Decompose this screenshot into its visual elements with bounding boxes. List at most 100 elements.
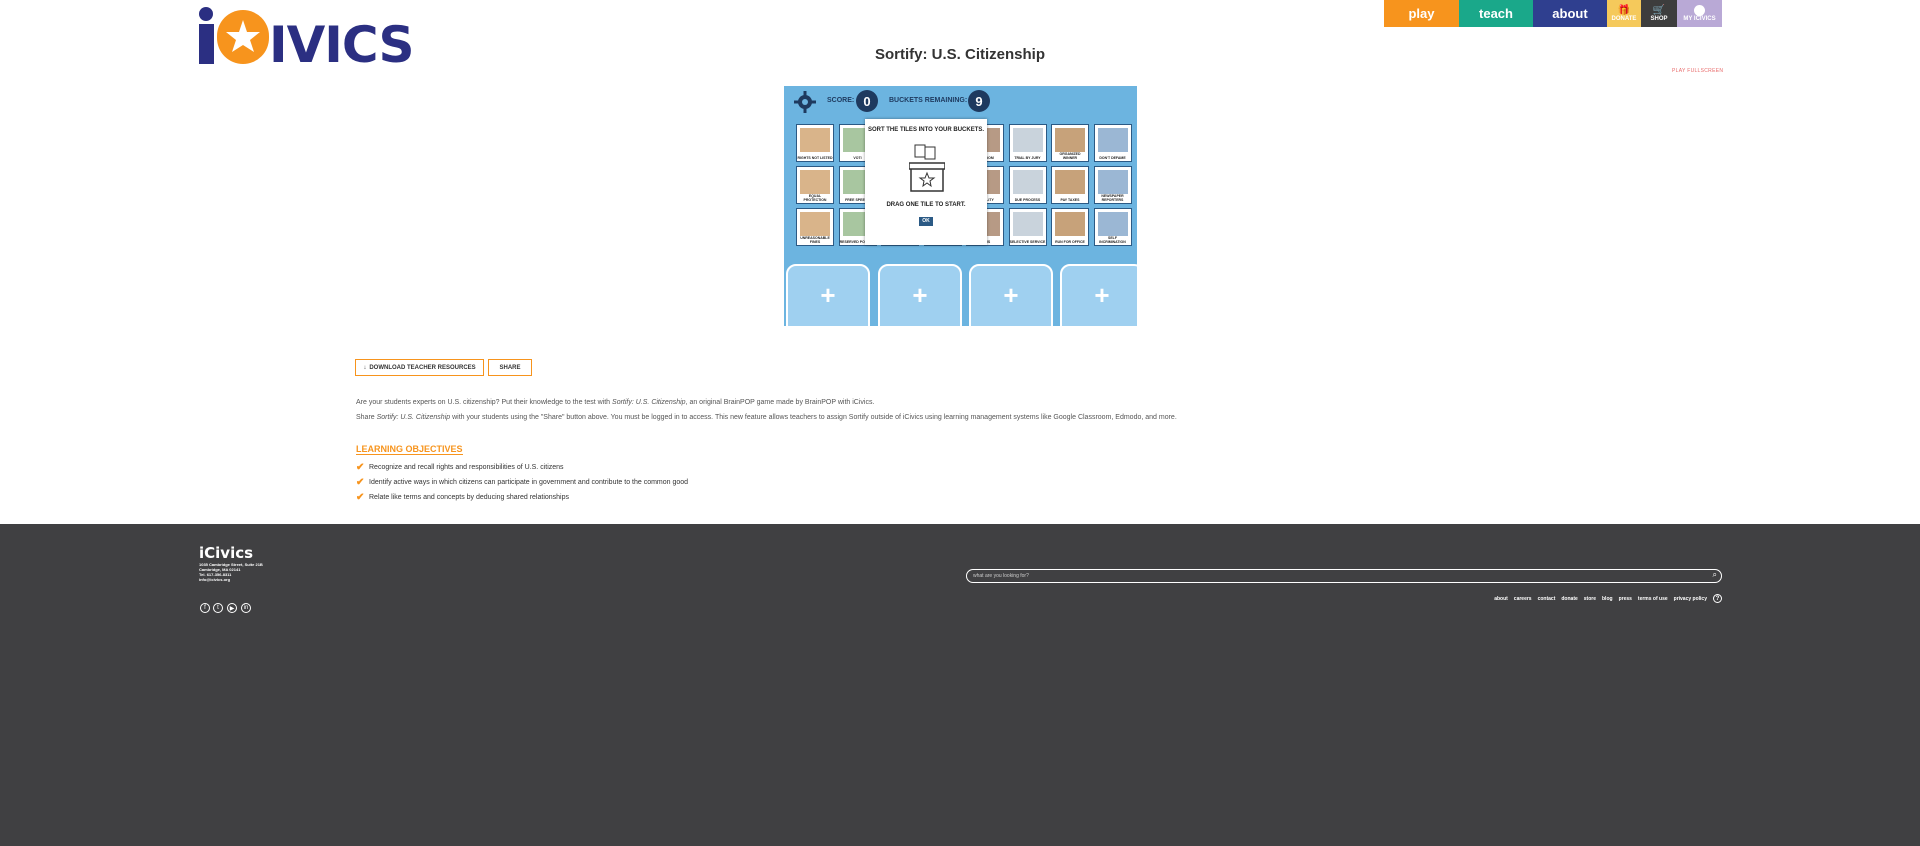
footer-link-careers[interactable]: careers bbox=[1514, 596, 1532, 602]
objective-item: ✔ Relate like terms and concepts by deduc… bbox=[356, 492, 569, 503]
objective-item: ✔ Identify active ways in which citizens … bbox=[356, 477, 688, 488]
add-bucket-icon: + bbox=[820, 280, 836, 310]
tile-caption: TRIAL BY JURY bbox=[1014, 156, 1041, 160]
page-title: Sortify: U.S. Citizenship bbox=[874, 46, 1045, 63]
buckets-value: 9 bbox=[968, 90, 990, 112]
desc-text: Share bbox=[356, 414, 377, 421]
tile-image bbox=[800, 212, 830, 236]
tile-caption: SELF INCRIMINATION bbox=[1099, 236, 1126, 244]
game-name: Sortify: U.S. Citizenship bbox=[376, 414, 451, 421]
bucket[interactable]: + bbox=[969, 264, 1053, 326]
checkmark-icon: ✔ bbox=[356, 477, 365, 488]
game-tile[interactable]: DUE PROCESS bbox=[1008, 166, 1047, 204]
play-fullscreen-link[interactable]: PLAY FULLSCREEN bbox=[1672, 68, 1723, 74]
tile-image bbox=[800, 128, 830, 152]
nav-donate-label: DONATE bbox=[1611, 16, 1637, 22]
footer-link-about[interactable]: about bbox=[1494, 596, 1508, 602]
linkedin-icon[interactable]: in bbox=[241, 603, 251, 613]
tile-image bbox=[1012, 212, 1043, 236]
search-input[interactable] bbox=[973, 571, 1673, 581]
search-icon[interactable]: ⌕ bbox=[1713, 570, 1717, 580]
add-bucket-icon: + bbox=[1094, 280, 1110, 310]
add-bucket-icon: + bbox=[1003, 280, 1019, 310]
facebook-icon[interactable]: f bbox=[200, 603, 210, 613]
checkmark-icon: ✔ bbox=[356, 462, 365, 473]
download-teacher-resources-button[interactable]: ↓ DOWNLOAD TEACHER RESOURCES bbox=[355, 359, 484, 376]
twitter-icon[interactable]: t bbox=[213, 603, 223, 613]
game-tile[interactable]: DON'T DEFAME bbox=[1093, 124, 1132, 162]
footer-link-blog[interactable]: blog bbox=[1602, 596, 1613, 602]
footer-links: about careers contact donate store blog … bbox=[1494, 594, 1722, 603]
buckets-label: BUCKETS REMAINING: bbox=[889, 97, 968, 104]
help-icon[interactable]: ? bbox=[1713, 594, 1722, 603]
description-paragraph-1: Are your students experts on U.S. citize… bbox=[356, 399, 874, 406]
email-link[interactable]: info@icivics.org bbox=[199, 577, 263, 582]
popup-ok-button[interactable]: OK bbox=[919, 217, 933, 226]
add-bucket-icon: + bbox=[912, 280, 928, 310]
nav-my-icivics-label: MY ICIVICS bbox=[1683, 16, 1716, 22]
gift-icon: 🎁 bbox=[1617, 5, 1631, 16]
tile-image bbox=[1055, 212, 1085, 236]
description-paragraph-2: Share Sortify: U.S. Citizenship with you… bbox=[356, 414, 1177, 421]
tile-image bbox=[1012, 128, 1043, 152]
footer-link-donate[interactable]: donate bbox=[1561, 596, 1577, 602]
tile-caption: UNREASONABLE FINES bbox=[800, 236, 830, 244]
footer-logo[interactable]: iCivics bbox=[199, 544, 253, 562]
tile-image bbox=[1012, 170, 1043, 194]
game-tile[interactable]: ORGANIZED WINNER bbox=[1051, 124, 1089, 162]
avatar bbox=[1694, 5, 1705, 16]
nav-teach[interactable]: teach bbox=[1459, 0, 1533, 27]
top-nav: play teach about 🎁 DONATE 🛒 SHOP MY ICIV… bbox=[1384, 0, 1722, 27]
game-tile[interactable]: TRIAL BY JURY bbox=[1008, 124, 1047, 162]
objective-text: Relate like terms and concepts by deduci… bbox=[369, 494, 570, 501]
tile-image bbox=[1097, 170, 1128, 194]
game-tile[interactable]: RIGHTS NOT LISTED bbox=[796, 124, 834, 162]
nav-about[interactable]: about bbox=[1533, 0, 1607, 27]
youtube-icon[interactable]: ▶ bbox=[227, 603, 237, 613]
game-frame[interactable]: SCORE: 0 BUCKETS REMAINING: 9 RIGHTS NOT… bbox=[784, 86, 1137, 326]
footer-search: ⌕ bbox=[966, 569, 1722, 583]
tile-image bbox=[1097, 212, 1128, 236]
desc-text: with your students using the "Share" but… bbox=[450, 414, 1177, 421]
game-hud: SCORE: 0 BUCKETS REMAINING: 9 bbox=[784, 86, 1137, 116]
game-tile[interactable]: EQUAL PROTECTION bbox=[796, 166, 834, 204]
bucket[interactable]: + bbox=[878, 264, 962, 326]
tile-image bbox=[800, 170, 830, 194]
checkmark-icon: ✔ bbox=[356, 492, 365, 503]
footer-link-store[interactable]: store bbox=[1584, 596, 1596, 602]
popup-title: SORT THE TILES INTO YOUR BUCKETS. bbox=[867, 127, 985, 133]
game-tile[interactable]: RUN FOR OFFICE bbox=[1051, 208, 1089, 246]
desc-text: , an original BrainPOP game made by Brai… bbox=[685, 399, 875, 406]
footer-link-press[interactable]: press bbox=[1619, 596, 1632, 602]
tile-image bbox=[1097, 128, 1128, 152]
nav-shop-label: SHOP bbox=[1650, 16, 1668, 22]
tile-caption: RUN FOR OFFICE bbox=[1055, 240, 1085, 244]
nav-play[interactable]: play bbox=[1384, 0, 1459, 27]
nav-shop[interactable]: 🛒 SHOP bbox=[1641, 0, 1677, 27]
tile-caption: DON'T DEFAME bbox=[1099, 156, 1126, 160]
footer-link-privacy[interactable]: privacy policy bbox=[1674, 596, 1707, 602]
objective-text: Identify active ways in which citizens c… bbox=[369, 479, 689, 486]
game-tile[interactable]: SELF INCRIMINATION bbox=[1093, 208, 1132, 246]
share-button[interactable]: SHARE bbox=[488, 359, 532, 376]
nav-my-icivics[interactable]: MY ICIVICS bbox=[1677, 0, 1722, 27]
tile-caption: ORGANIZED WINNER bbox=[1059, 152, 1081, 160]
nav-donate[interactable]: 🎁 DONATE bbox=[1607, 0, 1641, 27]
game-tile[interactable]: SELECTIVE SERVICE bbox=[1008, 208, 1047, 246]
tile-image bbox=[1055, 128, 1085, 152]
cart-icon: 🛒 bbox=[1652, 5, 1666, 16]
score-value: 0 bbox=[856, 90, 878, 112]
tile-caption: PAY TAXES bbox=[1060, 198, 1080, 202]
game-tile[interactable]: UNREASONABLE FINES bbox=[796, 208, 834, 246]
game-tile[interactable]: NEWSPAPER REPORTERS bbox=[1093, 166, 1132, 204]
game-tile[interactable]: PAY TAXES bbox=[1051, 166, 1089, 204]
bucket[interactable]: + bbox=[786, 264, 870, 326]
footer-link-contact[interactable]: contact bbox=[1538, 596, 1556, 602]
bucket[interactable]: + bbox=[1060, 264, 1137, 326]
footer-address: 1035 Cambridge Street, Suite 21B Cambrid… bbox=[199, 562, 263, 582]
settings-gear-icon[interactable] bbox=[794, 91, 816, 113]
game-name: Sortify: U.S. Citizenship bbox=[612, 399, 686, 406]
tile-caption: RIGHTS NOT LISTED bbox=[797, 156, 833, 160]
footer-link-terms[interactable]: terms of use bbox=[1638, 596, 1668, 602]
download-label: DOWNLOAD TEACHER RESOURCES bbox=[369, 364, 476, 371]
